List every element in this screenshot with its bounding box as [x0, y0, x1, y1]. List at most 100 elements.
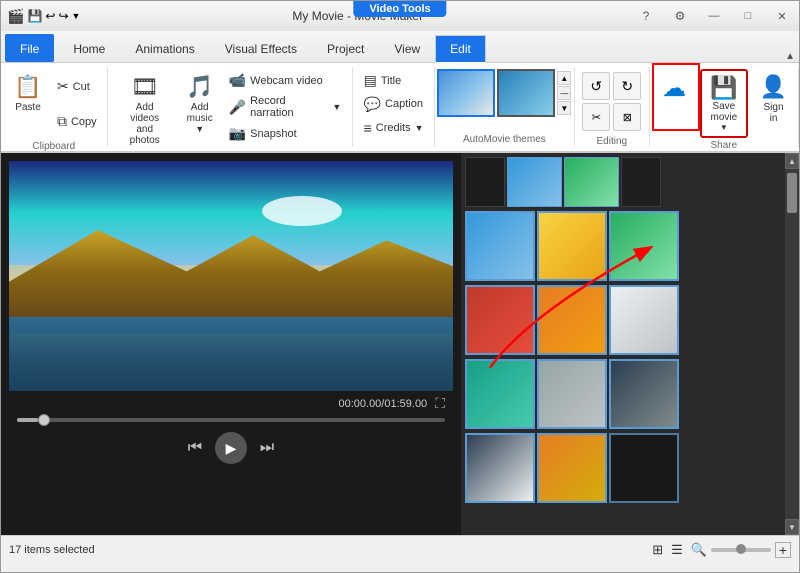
save-movie-button[interactable]: 💾 Save movie ▼ — [700, 69, 747, 138]
story-row-3 — [465, 359, 781, 429]
video-tools-badge: Video Tools — [353, 1, 446, 17]
caption-button[interactable]: 💬 Caption — [359, 93, 429, 116]
story-row-1 — [465, 211, 781, 281]
tab-visual-effects[interactable]: Visual Effects — [210, 34, 312, 62]
snapshot-button[interactable]: 📷 Snapshot — [224, 122, 347, 145]
story-clip-r1c1[interactable] — [465, 211, 535, 281]
story-clip[interactable] — [507, 157, 562, 207]
video-screen[interactable] — [9, 161, 453, 391]
story-clip-r3c1[interactable] — [465, 359, 535, 429]
scroll-up-btn[interactable]: ▲ — [785, 153, 799, 169]
trim-btn[interactable]: ✂ — [582, 103, 610, 131]
ribbon-group-share: ☁ 💾 Save movie ▼ 👤 Sign in Share — [650, 67, 799, 147]
credits-button[interactable]: ≡ Credits ▼ — [359, 117, 429, 139]
story-clip-r2c3[interactable] — [609, 285, 679, 355]
story-row-2 — [465, 285, 781, 355]
fast-forward-button[interactable]: ⏭ — [255, 436, 279, 460]
app-icon: 🎬 — [7, 8, 24, 25]
playback-controls: ⏮ ▶ ⏭ — [9, 424, 453, 472]
story-clip[interactable] — [621, 157, 661, 207]
zoom-in-btn[interactable]: + — [775, 542, 791, 558]
record-narration-button[interactable]: 🎤 Record narration ▼ — [224, 92, 347, 122]
progress-bar[interactable] — [17, 418, 445, 422]
copy-button[interactable]: ⧉ Copy — [52, 110, 102, 133]
story-clip-r1c2[interactable] — [537, 211, 607, 281]
storyboard-panel[interactable] — [461, 153, 785, 535]
story-clip-r4c2[interactable] — [537, 433, 607, 503]
theme-thumb-2[interactable] — [497, 69, 555, 117]
tab-edit[interactable]: Edit — [435, 35, 486, 63]
play-pause-button[interactable]: ▶ — [215, 432, 247, 464]
dropdown-arrow-icon[interactable]: ▼ — [72, 11, 81, 21]
story-clip-r2c1[interactable] — [465, 285, 535, 355]
undo-icon[interactable]: ↩ — [45, 9, 55, 23]
redo-icon[interactable]: ↪ — [58, 9, 68, 23]
zoom-slider[interactable] — [711, 548, 771, 552]
save-quick-icon[interactable]: 💾 — [27, 9, 42, 23]
theme-scroll-mid[interactable]: — — [557, 86, 571, 100]
add-videos-button[interactable]: 🎞 Add videos and photos — [114, 69, 176, 151]
scroll-thumb[interactable] — [787, 173, 797, 213]
ribbon-collapse-btn[interactable]: ▲ — [785, 51, 795, 62]
storyboard-view-btn[interactable]: ⊞ — [652, 542, 663, 558]
story-row-top — [465, 157, 781, 207]
split-btn[interactable]: ⊠ — [613, 103, 641, 131]
tab-animations[interactable]: Animations — [120, 34, 209, 62]
title-button[interactable]: ▤ Title — [359, 69, 429, 92]
dropdown-arrow-small: ▼ — [720, 123, 728, 132]
minimize-btn[interactable]: — — [697, 2, 731, 30]
settings-btn[interactable]: ⚙ — [663, 2, 697, 30]
timeline-view-btn[interactable]: ☰ — [671, 542, 683, 558]
storyboard-scrollbar[interactable]: ▲ ▼ — [785, 153, 799, 535]
video-controls-bar: 00:00.00/01:59.00 ⛶ — [9, 391, 453, 416]
expand-icon[interactable]: ⛶ — [435, 395, 445, 412]
theme-scroll-down[interactable]: ▼ — [557, 101, 571, 115]
maximize-btn[interactable]: □ — [731, 2, 765, 30]
themes-content: ▲ — ▼ — [437, 69, 571, 117]
rotate-right-btn[interactable]: ↻ — [613, 72, 641, 100]
rewind-button[interactable]: ⏮ — [183, 436, 207, 460]
text-content: ▤ Title 💬 Caption ≡ Credits ▼ — [359, 69, 429, 143]
add-secondary: 📹 Webcam video 🎤 Record narration ▼ 📷 Sn… — [224, 69, 347, 139]
story-clip-r1c3[interactable] — [609, 211, 679, 281]
help-btn[interactable]: ? — [629, 2, 663, 30]
editing-icons: ↺ ↻ ✂ ⊠ — [582, 69, 641, 134]
onedrive-button[interactable]: ☁ — [652, 69, 696, 110]
theme-scroll-up[interactable]: ▲ — [557, 71, 571, 85]
window-controls: ? ⚙ — □ ✕ — [629, 2, 799, 30]
sign-in-button[interactable]: 👤 Sign in — [752, 69, 796, 129]
scroll-down-btn[interactable]: ▼ — [785, 519, 799, 535]
tab-home[interactable]: Home — [58, 34, 120, 62]
title-bar: 🎬 💾 ↩ ↪ ▼ My Movie - Movie Maker Video T… — [1, 1, 799, 31]
status-right: ⊞ ☰ 🔍 + — [652, 542, 791, 558]
ribbon: 📋 Paste ✂ Cut ⧉ Copy Clipboard — [1, 63, 799, 153]
window-frame: 🎬 💾 ↩ ↪ ▼ My Movie - Movie Maker Video T… — [0, 0, 800, 573]
zoom-control: 🔍 + — [691, 542, 791, 558]
ribbon-group-add: 🎞 Add videos and photos 🎵 Add music ▼ 📹 … — [108, 67, 354, 147]
webcam-video-button[interactable]: 📹 Webcam video — [224, 69, 347, 92]
progress-bar-row — [9, 416, 453, 424]
theme-thumb-1[interactable] — [437, 69, 495, 117]
story-clip[interactable] — [564, 157, 619, 207]
story-clip-r2c2[interactable] — [537, 285, 607, 355]
progress-fill — [17, 418, 38, 422]
timecode-display: 00:00.00/01:59.00 — [338, 398, 427, 410]
tab-view[interactable]: View — [379, 34, 435, 62]
story-clip-r4c3[interactable] — [609, 433, 679, 503]
paste-button[interactable]: 📋 Paste — [6, 69, 50, 118]
ribbon-tabs: File Home Animations Visual Effects Proj… — [1, 31, 799, 63]
ribbon-group-automovie: ▲ — ▼ AutoMovie themes — [435, 67, 575, 147]
story-clip[interactable] — [465, 157, 505, 207]
rotate-left-btn[interactable]: ↺ — [582, 72, 610, 100]
add-music-button[interactable]: 🎵 Add music ▼ — [178, 69, 222, 139]
story-clip-r3c3[interactable] — [609, 359, 679, 429]
text-secondary: ▤ Title 💬 Caption ≡ Credits ▼ — [359, 69, 429, 139]
main-content: 00:00.00/01:59.00 ⛶ ⏮ ▶ ⏭ — [1, 153, 799, 535]
story-clip-r3c2[interactable] — [537, 359, 607, 429]
story-clip-r4c1[interactable] — [465, 433, 535, 503]
zoom-out-btn[interactable]: 🔍 — [691, 542, 707, 558]
close-btn[interactable]: ✕ — [765, 2, 799, 30]
tab-file[interactable]: File — [5, 34, 54, 62]
cut-button[interactable]: ✂ Cut — [52, 75, 102, 98]
tab-project[interactable]: Project — [312, 34, 379, 62]
